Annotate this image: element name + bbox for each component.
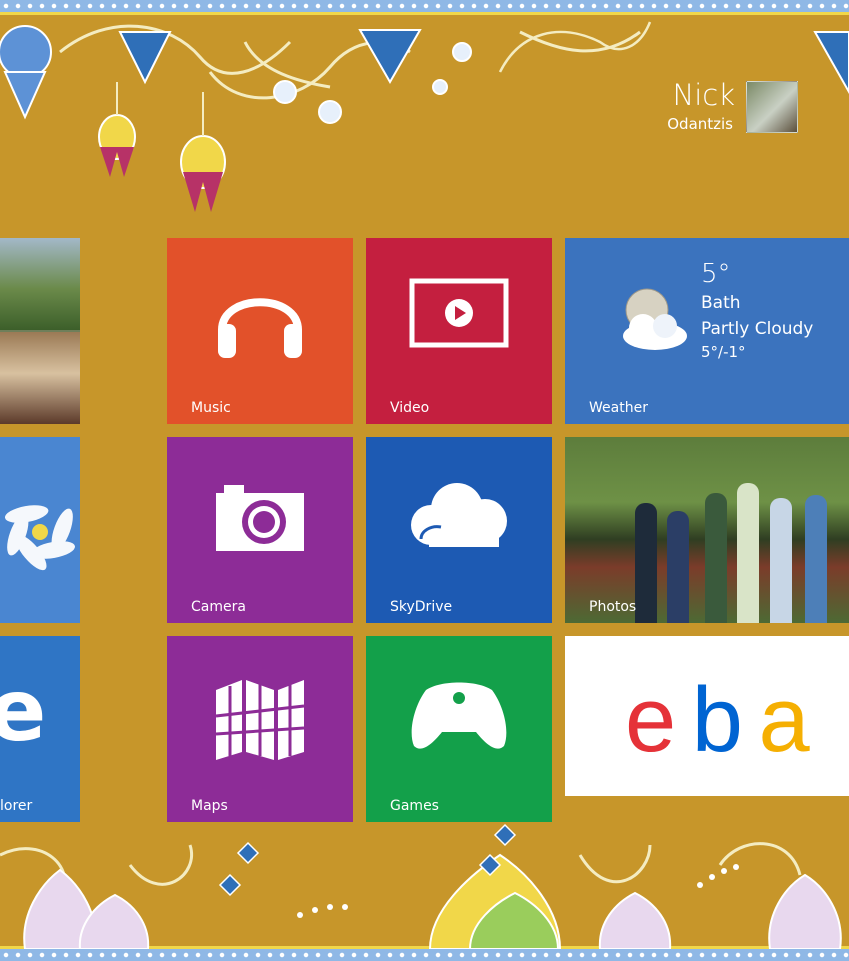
tile-label: Video: [390, 400, 430, 416]
tile-label: Camera: [191, 599, 246, 615]
daisy-wallpaper-icon: [4, 505, 76, 571]
tile-maps[interactable]: Maps: [167, 636, 353, 822]
tile-music[interactable]: Music: [167, 238, 353, 424]
weather-condition: Partly Cloudy: [701, 319, 814, 339]
play-screen-icon: [409, 278, 509, 348]
tile-games[interactable]: Games: [366, 636, 552, 822]
tile-weather[interactable]: 5° Bath Partly Cloudy 5°/-1° Weather: [565, 238, 849, 424]
partly-cloudy-moon-icon: [623, 288, 687, 350]
ebay-logo-letter-e: e: [625, 669, 676, 771]
tile-skydrive[interactable]: SkyDrive: [366, 437, 552, 623]
headphones-icon: [218, 298, 302, 358]
user-account[interactable]: Nick Odantzis: [650, 78, 805, 136]
weather-temperature: 5°: [701, 259, 731, 289]
weather-city: Bath: [701, 293, 741, 313]
cloud-icon: [411, 483, 507, 547]
tile-photos[interactable]: Photos: [565, 437, 849, 623]
internet-explorer-icon: e: [0, 661, 47, 761]
ebay-logo-letter-b: b: [691, 669, 743, 771]
ebay-logo-letter-y: y: [625, 768, 671, 796]
people-photo-bottom: [0, 332, 80, 424]
user-last-name: Odantzis: [667, 115, 733, 133]
person-figure: [667, 511, 689, 623]
ebay-logo: e b a y: [625, 672, 849, 796]
person-figure: [770, 498, 792, 623]
tile-video[interactable]: Video: [366, 238, 552, 424]
tile-desktop-partial[interactable]: [0, 437, 80, 623]
person-figure: [805, 495, 827, 623]
user-first-name: Nick: [672, 78, 736, 112]
tile-label: lorer: [0, 798, 33, 814]
tile-label: Music: [191, 400, 231, 416]
avatar: [746, 81, 798, 133]
tile-label: SkyDrive: [390, 599, 453, 615]
weather-range: 5°/-1°: [701, 343, 746, 361]
tile-people-partial[interactable]: [0, 238, 80, 424]
folded-map-icon: [215, 680, 305, 760]
game-controller-icon: [411, 682, 507, 749]
people-photo-top: [0, 238, 80, 330]
ebay-logo-letter-a: a: [758, 669, 809, 771]
tile-ebay[interactable]: e b a y: [565, 636, 849, 796]
person-figure: [737, 483, 759, 623]
camera-icon: [216, 485, 304, 551]
tile-internet-explorer[interactable]: e lorer: [0, 636, 80, 822]
tile-label: Weather: [589, 400, 648, 416]
tile-label: Photos: [589, 599, 637, 615]
person-figure: [635, 503, 657, 623]
tile-label: Games: [390, 798, 439, 814]
floral-decoration-bottom: [0, 823, 842, 949]
tile-label: Maps: [191, 798, 228, 814]
tile-camera[interactable]: Camera: [167, 437, 353, 623]
person-figure: [705, 493, 727, 623]
